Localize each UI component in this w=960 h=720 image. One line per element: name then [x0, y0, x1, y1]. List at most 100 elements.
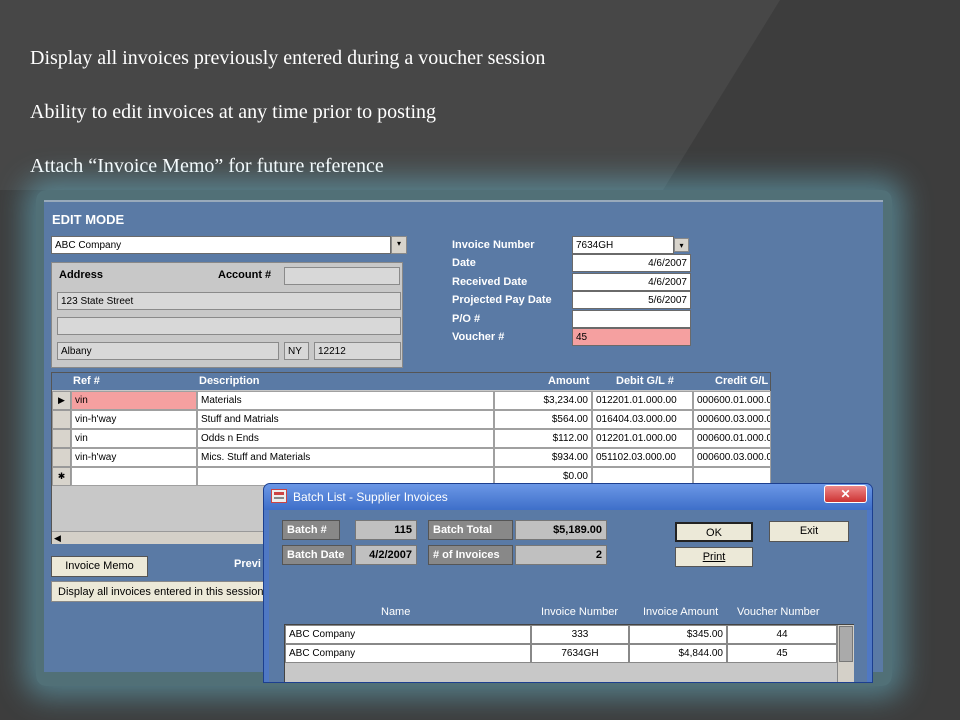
projected-pay-date-field[interactable]: 5/6/2007 [572, 291, 691, 309]
row-selector[interactable] [52, 448, 71, 467]
voucher-number-field[interactable]: 45 [572, 328, 691, 346]
num-invoices-value: 2 [515, 545, 607, 565]
num-invoices-label: # of Invoices [428, 545, 513, 565]
dialog-app-icon [271, 489, 287, 503]
date-label: Date [452, 257, 476, 269]
table-row[interactable]: ABC Company 333 $345.00 44 [285, 625, 855, 644]
cell-description[interactable]: Materials [197, 391, 494, 410]
cell-ref[interactable]: vin [71, 429, 197, 448]
street2-field[interactable] [57, 317, 401, 335]
address-panel: Address Account # 123 State Street Alban… [51, 262, 403, 368]
batch-total-label: Batch Total [428, 520, 513, 540]
vendor-select[interactable]: ABC Company [51, 236, 391, 254]
city-field[interactable]: Albany [57, 342, 279, 360]
batch-total-value: $5,189.00 [515, 520, 607, 540]
cell-voucher-number[interactable]: 44 [727, 625, 837, 644]
cell-ref[interactable]: vin-h'way [71, 410, 197, 429]
table-row[interactable]: vin Odds n Ends $112.00 012201.01.000.00… [52, 429, 771, 448]
address-label: Address [59, 269, 104, 281]
batch-date-value: 4/2/2007 [355, 545, 417, 565]
cell-invoice-number[interactable]: 333 [531, 625, 629, 644]
col-description: Description [199, 375, 260, 387]
cell-credit[interactable]: 000600.01.000.0 [693, 391, 771, 410]
invoice-number-dropdown[interactable]: ▾ [674, 238, 689, 252]
grid-header: Ref # Description Amount Debit G/L # Cre… [52, 373, 770, 390]
cell-debit[interactable]: 051102.03.000.00 [592, 448, 693, 467]
col-credit: Credit G/L [715, 375, 769, 387]
cell-description[interactable]: Mics. Stuff and Materials [197, 448, 494, 467]
cell-credit[interactable]: 000600.03.000.0 [693, 448, 771, 467]
cell-name[interactable]: ABC Company [285, 625, 531, 644]
batch-invoice-list: ABC Company 333 $345.00 44 ABC Company 7… [284, 624, 855, 682]
table-row[interactable]: vin-h'way Mics. Stuff and Materials $934… [52, 448, 771, 467]
mode-title: EDIT MODE [52, 212, 125, 227]
cell-debit[interactable]: 012201.01.000.00 [592, 429, 693, 448]
col-voucher-number: Voucher Number [737, 606, 820, 618]
cell-ref[interactable] [71, 467, 197, 486]
dialog-titlebar: Batch List - Supplier Invoices ✕ [264, 484, 872, 510]
ok-button[interactable]: OK [675, 522, 753, 542]
close-icon[interactable]: ✕ [824, 485, 867, 503]
status-text: Display all invoices entered in this ses… [51, 581, 266, 602]
received-date-label: Received Date [452, 276, 528, 288]
col-amount: Amount [548, 375, 590, 387]
cell-amount[interactable]: $564.00 [494, 410, 592, 429]
batch-number-value: 115 [355, 520, 417, 540]
cell-invoice-amount[interactable]: $345.00 [629, 625, 727, 644]
row-selector[interactable] [52, 429, 71, 448]
vendor-dropdown-button[interactable]: ▾ [391, 236, 407, 254]
cell-ref[interactable]: vin-h'way [71, 448, 197, 467]
invoice-memo-button[interactable]: Invoice Memo [51, 556, 148, 577]
bullet-3: Attach “Invoice Memo” for future referen… [30, 155, 384, 177]
col-debit: Debit G/L # [616, 375, 674, 387]
col-invoice-amount: Invoice Amount [643, 606, 719, 618]
street-field[interactable]: 123 State Street [57, 292, 401, 310]
print-button[interactable]: Print [675, 547, 753, 567]
row-selector[interactable]: ▶ [52, 391, 71, 410]
vertical-scrollbar[interactable] [837, 625, 854, 682]
cell-ref[interactable]: vin [71, 391, 197, 410]
cell-voucher-number[interactable]: 45 [727, 644, 837, 663]
projected-pay-date-label: Projected Pay Date [452, 294, 552, 306]
dialog-body: Batch # 115 Batch Total $5,189.00 Batch … [269, 510, 867, 682]
bullet-1: Display all invoices previously entered … [30, 47, 546, 69]
account-label: Account # [218, 269, 272, 281]
invoice-number-field[interactable]: 7634GH [572, 236, 674, 254]
table-row[interactable]: ABC Company 7634GH $4,844.00 45 [285, 644, 855, 663]
zip-field[interactable]: 12212 [314, 342, 401, 360]
received-date-field[interactable]: 4/6/2007 [572, 273, 691, 291]
col-name: Name [381, 606, 411, 618]
col-ref: Ref # [73, 375, 100, 387]
table-row[interactable]: ▶ vin Materials $3,234.00 012201.01.000.… [52, 391, 771, 410]
cell-description[interactable]: Odds n Ends [197, 429, 494, 448]
account-field[interactable] [284, 267, 400, 285]
cell-amount[interactable]: $934.00 [494, 448, 592, 467]
date-field[interactable]: 4/6/2007 [572, 254, 691, 272]
cell-amount[interactable]: $3,234.00 [494, 391, 592, 410]
scrollbar-thumb[interactable] [839, 626, 853, 662]
cell-name[interactable]: ABC Company [285, 644, 531, 663]
po-number-label: P/O # [452, 313, 481, 325]
cell-debit[interactable]: 016404.03.000.00 [592, 410, 693, 429]
cell-credit[interactable]: 000600.01.000.0 [693, 429, 771, 448]
cell-credit[interactable]: 000600.03.000.0 [693, 410, 771, 429]
cell-amount[interactable]: $112.00 [494, 429, 592, 448]
state-field[interactable]: NY [284, 342, 309, 360]
new-row-marker[interactable]: ✱ [52, 467, 71, 486]
invoice-number-label: Invoice Number [452, 239, 535, 251]
cell-invoice-number[interactable]: 7634GH [531, 644, 629, 663]
batch-list-dialog: Batch List - Supplier Invoices ✕ Batch #… [263, 483, 873, 683]
cell-debit[interactable]: 012201.01.000.00 [592, 391, 693, 410]
scroll-left-icon[interactable]: ◀ [54, 533, 61, 544]
dialog-title: Batch List - Supplier Invoices [293, 490, 448, 504]
cell-invoice-amount[interactable]: $4,844.00 [629, 644, 727, 663]
batch-number-label: Batch # [282, 520, 340, 540]
po-number-field[interactable] [572, 310, 691, 328]
row-selector[interactable] [52, 410, 71, 429]
cell-description[interactable]: Stuff and Matrials [197, 410, 494, 429]
voucher-number-label: Voucher # [452, 331, 505, 343]
table-row[interactable]: vin-h'way Stuff and Matrials $564.00 016… [52, 410, 771, 429]
bullet-2: Ability to edit invoices at any time pri… [30, 101, 437, 123]
exit-button[interactable]: Exit [769, 521, 849, 542]
col-invoice-number: Invoice Number [541, 606, 619, 618]
